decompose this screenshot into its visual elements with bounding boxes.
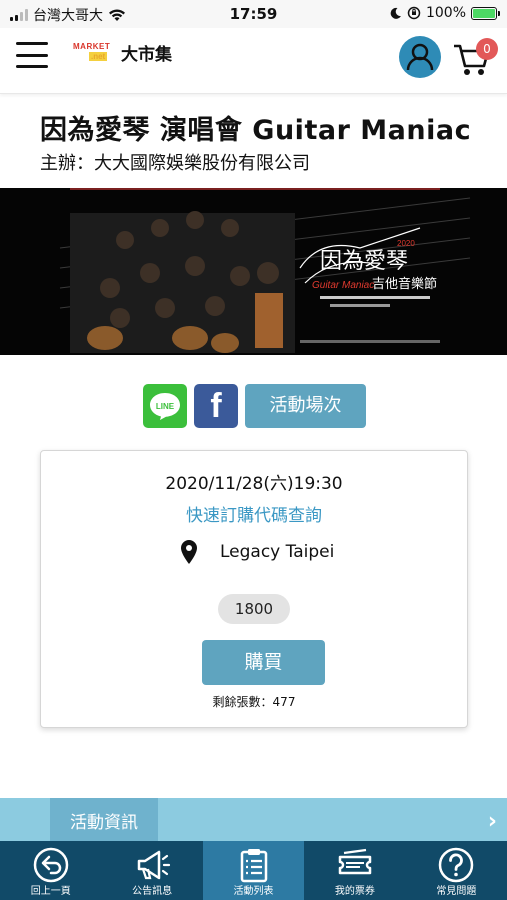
svg-text:2020: 2020: [397, 239, 415, 248]
logo-mark: MARKET .net: [73, 41, 111, 61]
session-datetime: 2020/11/28(六)19:30: [165, 474, 343, 494]
event-info-tab[interactable]: 活動資訊: [50, 798, 158, 842]
nav-label: 我的票券: [334, 886, 375, 897]
cart-count-badge: 0: [476, 38, 498, 60]
orientation-lock-icon: [407, 6, 421, 20]
status-right: 100%: [389, 5, 500, 21]
svg-text:吉他音樂節: 吉他音樂節: [372, 276, 437, 292]
chevron-right-icon[interactable]: ›: [488, 809, 497, 834]
line-share-button[interactable]: LINE: [143, 384, 187, 428]
question-icon: [439, 847, 474, 883]
price-badge[interactable]: 1800: [218, 594, 290, 624]
user-avatar-icon[interactable]: [399, 36, 441, 78]
remaining-tickets: 剩餘張數：477: [212, 695, 296, 709]
app-header: MARKET .net 大市集 0: [0, 28, 507, 94]
buy-button[interactable]: 購買: [202, 640, 325, 685]
line-icon: LINE: [150, 393, 180, 420]
logo[interactable]: MARKET .net 大市集: [73, 40, 172, 66]
battery-percent: 100%: [425, 5, 466, 21]
share-row: LINE f 活動場次: [143, 384, 366, 428]
back-arrow-icon: [33, 847, 68, 883]
venue-name: Legacy Taipei: [220, 542, 335, 562]
sessions-button[interactable]: 活動場次: [245, 384, 366, 428]
svg-text:LINE: LINE: [156, 402, 175, 411]
megaphone-icon: [137, 850, 171, 880]
battery-icon: [471, 6, 500, 20]
svg-text:Guitar Maniac: Guitar Maniac: [312, 280, 374, 291]
nav-announcements[interactable]: 公告訊息: [101, 841, 202, 900]
svg-text:因為愛琴: 因為愛琴: [320, 249, 408, 274]
venue: Legacy Taipei: [178, 539, 334, 565]
event-info-bar[interactable]: 活動資訊 ›: [0, 798, 507, 842]
nav-back[interactable]: 回上一頁: [0, 841, 101, 900]
ticket-icon: [338, 848, 372, 875]
event-banner: 因為愛琴 Guitar Maniac 吉他音樂節 2020: [0, 188, 507, 355]
nav-faq[interactable]: 常見問題: [406, 841, 507, 900]
event-title: 因為愛琴 演唱會 Guitar Maniac: [40, 115, 472, 146]
nav-label: 常見問題: [436, 886, 477, 897]
banner-artwork: 因為愛琴 Guitar Maniac 吉他音樂節 2020: [0, 188, 507, 355]
clipboard-list-icon: [240, 849, 267, 883]
bottom-nav: 回上一頁 公告訊息 活動列表 我的票券 常見問題: [0, 841, 507, 900]
nav-label: 回上一頁: [30, 886, 71, 897]
menu-icon[interactable]: [16, 42, 48, 68]
logo-text: 大市集: [121, 45, 172, 65]
event-organizer: 主辦：大大國際娛樂股份有限公司: [40, 153, 310, 174]
moon-icon: [390, 7, 401, 19]
nav-event-list[interactable]: 活動列表: [202, 841, 305, 900]
session-card: 2020/11/28(六)19:30 快速訂購代碼查詢 Legacy Taipe…: [40, 450, 468, 728]
nav-my-tickets[interactable]: 我的票券: [304, 841, 405, 900]
facebook-share-button[interactable]: f: [194, 384, 238, 428]
location-pin-icon: [181, 540, 197, 564]
nav-label: 公告訊息: [132, 886, 173, 897]
nav-label: 活動列表: [233, 886, 274, 897]
facebook-icon: f: [210, 386, 222, 425]
status-bar: 台灣大哥大 17:59 100%: [0, 0, 507, 28]
order-code-lookup-link[interactable]: 快速訂購代碼查詢: [41, 501, 467, 526]
